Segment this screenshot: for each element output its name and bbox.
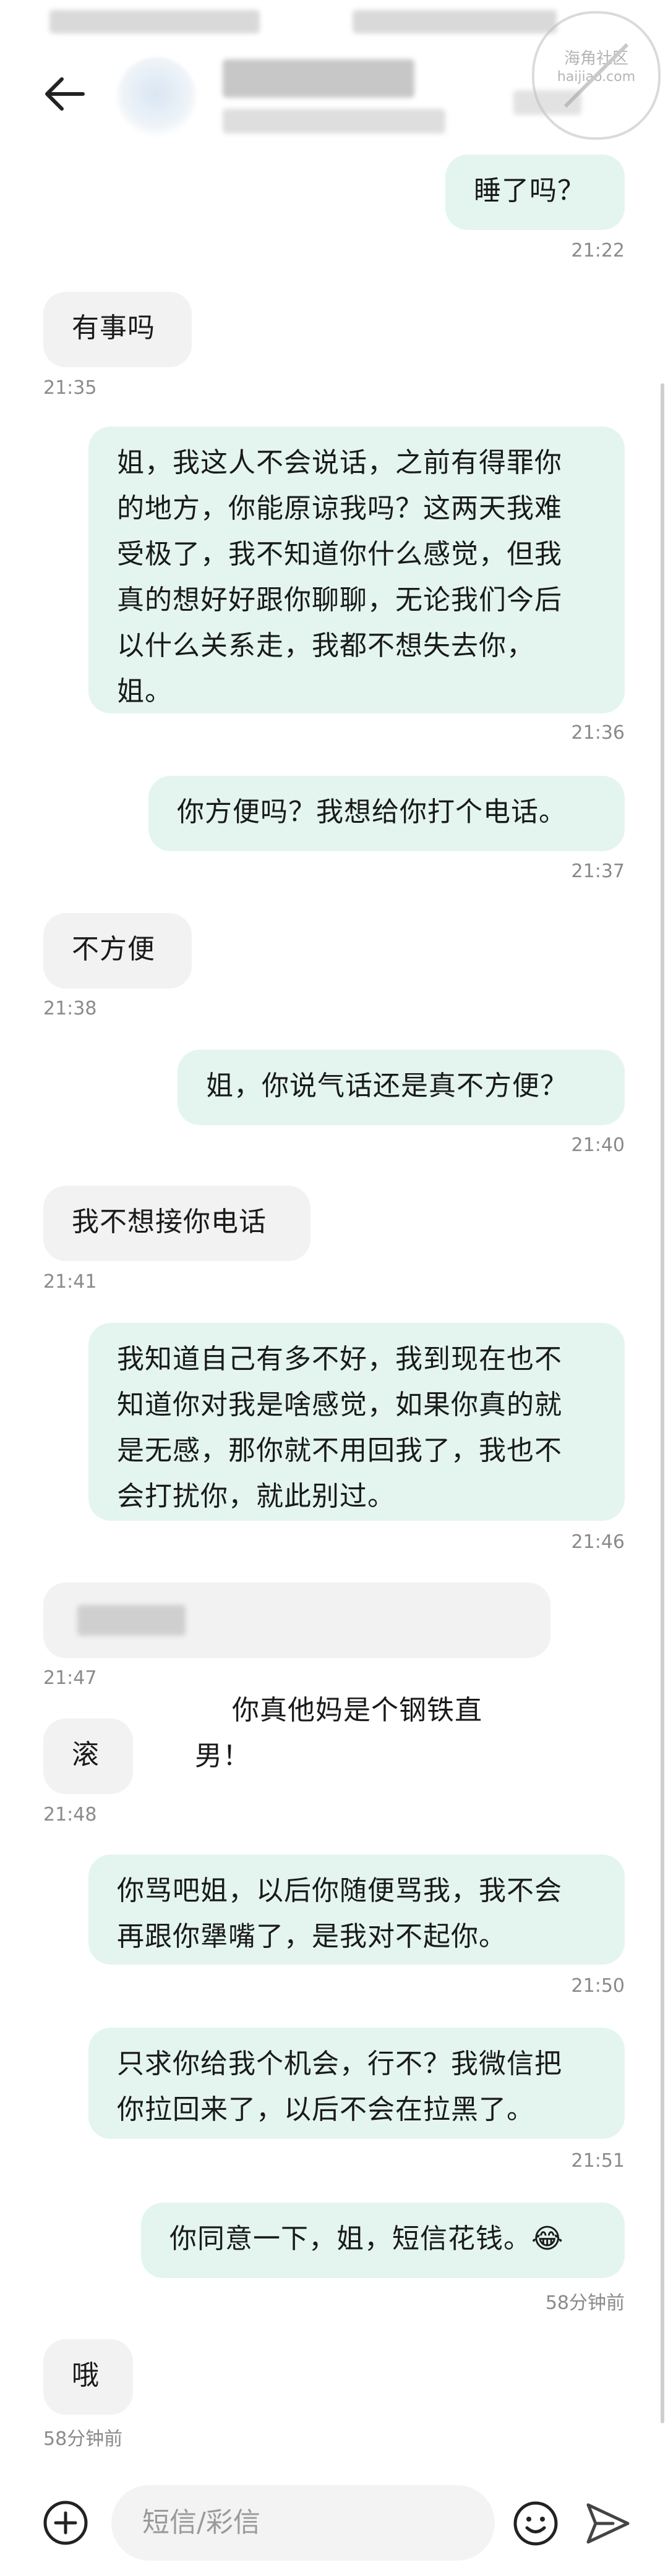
message-bubble-received[interactable]: 我不想接你电话 bbox=[43, 1186, 310, 1261]
message-time: 21:22 bbox=[571, 240, 625, 261]
message-bubble-sent[interactable]: 我知道自己有多不好，我到现在也不 知道你对我是啥感觉，如果你真的就 是无感，那你… bbox=[88, 1323, 625, 1521]
message-time: 21:40 bbox=[571, 1134, 625, 1156]
contact-name-blurred bbox=[223, 59, 414, 98]
message-bubble-received[interactable]: 你真他妈是个钢铁直男！ bbox=[43, 1583, 550, 1772]
add-icon[interactable] bbox=[42, 2499, 89, 2546]
message-bubble-sent[interactable]: 你骂吧姐，以后你随便骂我，我不会 再跟你犟嘴了，是我对不起你。 bbox=[88, 1855, 625, 1965]
message-bubble-sent[interactable]: 姐，你说气话还是真不方便？ bbox=[178, 1050, 625, 1125]
message-time: 21:46 bbox=[571, 1531, 625, 1553]
message-bubble-received[interactable]: 滚 bbox=[43, 1719, 133, 1794]
status-right-blurred bbox=[353, 10, 557, 33]
contact-number-blurred bbox=[223, 109, 445, 134]
message-input[interactable]: 短信/彩信 bbox=[111, 2485, 495, 2561]
message-time: 21:48 bbox=[43, 1804, 97, 1826]
watermark-logo: 海角社区 haijiao.com bbox=[532, 11, 661, 140]
blurred-name bbox=[77, 1605, 186, 1636]
back-arrow-icon[interactable] bbox=[40, 69, 89, 119]
message-bubble-received[interactable]: 有事吗 bbox=[43, 292, 192, 367]
message-time: 21:35 bbox=[43, 377, 97, 399]
message-time: 21:38 bbox=[43, 998, 97, 1019]
message-bubble-sent[interactable]: 睡了吗？ bbox=[445, 155, 625, 230]
message-bubble-sent[interactable]: 姐，我这人不会说话，之前有得罪你 的地方，你能原谅我吗？这两天我难 受极了，我不… bbox=[88, 427, 625, 713]
message-bubble-sent[interactable]: 只求你给我个机会，行不？我微信把 你拉回来了，以后不会在拉黑了。 bbox=[88, 2028, 625, 2139]
message-time: 21:36 bbox=[571, 722, 625, 744]
contact-avatar[interactable] bbox=[116, 57, 197, 137]
message-time: 58分钟前 bbox=[545, 2292, 625, 2314]
message-time: 21:41 bbox=[43, 1271, 97, 1293]
message-bubble-sent[interactable]: 你同意一下，姐，短信花钱。😂 bbox=[141, 2203, 625, 2278]
message-time: 21:37 bbox=[571, 861, 625, 882]
emoji-icon[interactable] bbox=[512, 2500, 559, 2547]
message-bubble-sent[interactable]: 你方便吗？我想给你打个电话。 bbox=[148, 776, 625, 851]
message-time: 21:51 bbox=[571, 2150, 625, 2172]
message-time: 58分钟前 bbox=[43, 2428, 123, 2450]
send-icon[interactable] bbox=[584, 2501, 632, 2546]
message-bubble-received[interactable]: 哦 bbox=[43, 2339, 133, 2415]
scrollbar[interactable] bbox=[661, 383, 664, 2423]
message-time: 21:50 bbox=[571, 1975, 625, 1997]
status-left-blurred bbox=[49, 10, 260, 33]
message-time: 21:47 bbox=[43, 1667, 97, 1689]
message-bubble-received[interactable]: 不方便 bbox=[43, 913, 192, 988]
message-text: 你真他妈是个钢铁直男！ bbox=[195, 1694, 482, 1772]
